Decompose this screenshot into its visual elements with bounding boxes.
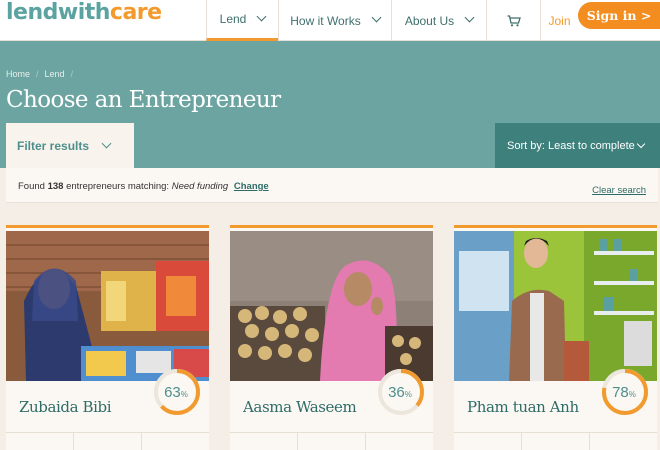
nav-join[interactable]: Join (540, 0, 578, 41)
nav-how-it-works[interactable]: How it Works (278, 0, 391, 41)
nav-lend-label: Lend (219, 12, 247, 26)
card-footer (230, 432, 433, 450)
filter-results-label: Filter results (17, 138, 90, 153)
sign-in-button[interactable]: Sign in > (578, 2, 660, 29)
change-filter-link[interactable]: Change (234, 181, 269, 192)
breadcrumb-separator: / (36, 69, 39, 79)
sort-label: Sort by: Least to complete (507, 139, 635, 152)
chevron-down-icon (371, 12, 382, 23)
breadcrumb-separator: / (70, 69, 74, 79)
nav-about-us[interactable]: About Us (391, 0, 486, 41)
entrepreneur-name[interactable]: Aasma Waseem (243, 398, 357, 416)
funding-progress-ring: 36% (378, 369, 424, 415)
results-criteria: Need funding (171, 181, 229, 192)
entrepreneur-name[interactable]: Zubaida Bibi (19, 398, 112, 416)
chevron-down-icon (464, 12, 475, 23)
chevron-down-icon (636, 139, 646, 148)
card-footer (6, 432, 209, 450)
breadcrumb-home[interactable]: Home (6, 69, 30, 79)
nav-how-label: How it Works (290, 13, 361, 28)
cart-icon (507, 14, 521, 26)
sort-dropdown[interactable]: Sort by: Least to complete (495, 123, 660, 168)
page-title: Choose an Entrepreneur (6, 87, 281, 113)
chevron-down-icon (256, 11, 267, 21)
top-navigation: lendwithcare Lend How it Works About Us … (0, 0, 660, 41)
results-summary: Found 138 entrepreneurs matching: Need f… (6, 168, 658, 203)
results-count-text: Found 138 entrepreneurs matching: Need f… (18, 181, 269, 192)
lendwithcare-logo[interactable]: lendwithcare (6, 0, 162, 26)
entrepreneur-photo[interactable] (230, 231, 433, 381)
results-prefix: Found (18, 181, 45, 192)
breadcrumb: Home / Lend / (6, 69, 73, 79)
funding-progress-ring: 78% (602, 369, 648, 415)
breadcrumb-lend[interactable]: Lend (45, 69, 65, 79)
nav-lend[interactable]: Lend (206, 0, 278, 41)
card-footer (454, 432, 657, 450)
nav-about-label: About Us (404, 13, 455, 28)
results-count: 138 (47, 181, 64, 192)
clear-search-link[interactable]: Clear search (592, 185, 646, 196)
chevron-down-icon (101, 138, 112, 148)
entrepreneur-photo[interactable] (6, 231, 209, 381)
entrepreneur-photo[interactable] (454, 231, 657, 381)
entrepreneur-name[interactable]: Pham tuan Anh (467, 398, 579, 416)
entrepreneur-card[interactable]: 36% Aasma Waseem (230, 225, 433, 450)
entrepreneur-card[interactable]: 63% Zubaida Bibi (6, 225, 209, 450)
join-link: Join (548, 13, 571, 28)
page-hero: Home / Lend / Choose an Entrepreneur Fil… (0, 41, 660, 168)
funding-progress-ring: 63% (154, 369, 200, 415)
results-middle: entrepreneurs matching: (66, 181, 170, 192)
filter-results-toggle[interactable]: Filter results (6, 123, 134, 168)
nav-cart[interactable] (486, 0, 540, 41)
entrepreneur-card[interactable]: 78% Pham tuan Anh (454, 225, 657, 450)
